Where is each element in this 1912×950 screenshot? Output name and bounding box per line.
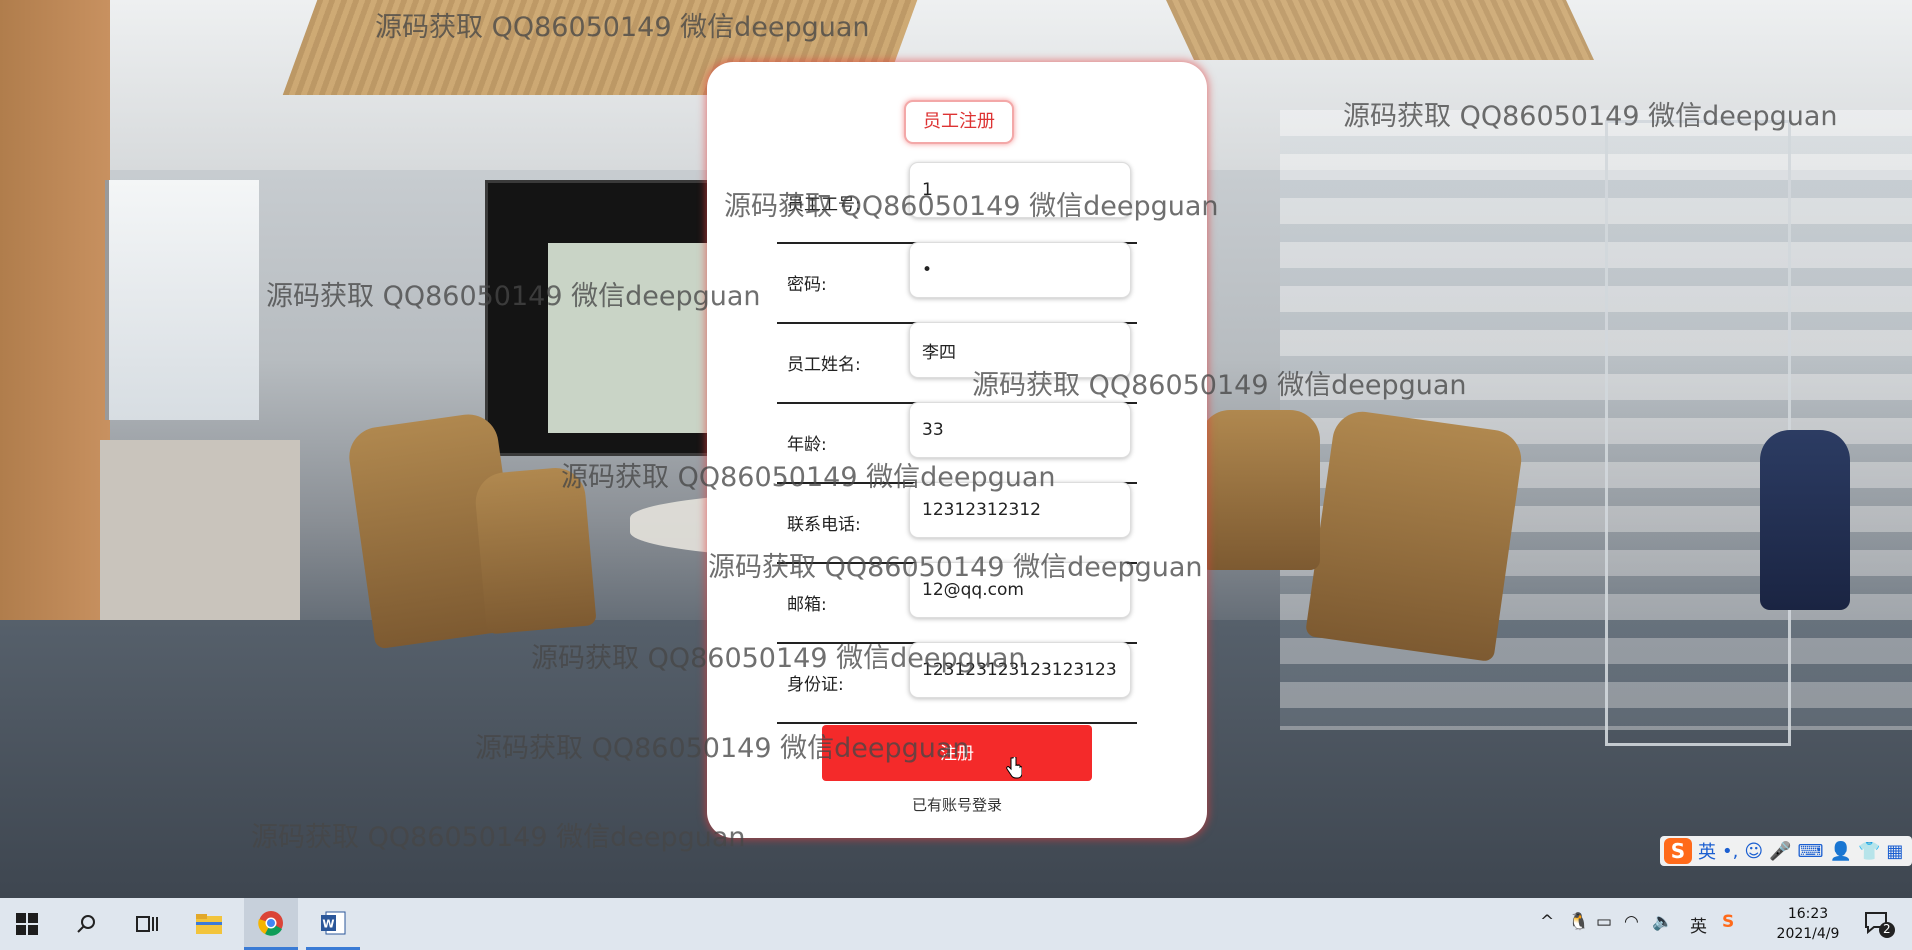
file-explorer-button[interactable] xyxy=(182,898,236,950)
field-label: 员工工号: xyxy=(787,195,861,215)
chair xyxy=(1200,410,1320,570)
field-row-email: 邮箱: xyxy=(777,562,1137,644)
glass-door xyxy=(1605,120,1791,746)
field-label: 员工姓名: xyxy=(787,355,861,375)
password-input[interactable] xyxy=(909,242,1131,298)
window xyxy=(105,180,259,420)
start-button[interactable] xyxy=(0,898,54,950)
field-label: 联系电话: xyxy=(787,515,861,535)
svg-text:W: W xyxy=(322,917,334,930)
notification-center-button[interactable]: 2 xyxy=(1862,908,1896,940)
skin-icon[interactable]: 👕 xyxy=(1858,841,1880,862)
wifi-icon[interactable]: ◠ xyxy=(1624,912,1639,932)
field-row-phone: 联系电话: xyxy=(777,482,1137,564)
ceiling-wood-panel xyxy=(1166,0,1594,60)
chair xyxy=(1760,430,1850,610)
field-row-name: 员工姓名: xyxy=(777,322,1137,404)
input-language[interactable]: 英 xyxy=(1690,912,1707,937)
register-card: 员工注册 员工工号: 密码: 员工姓名: 年龄: 联系电话: 邮箱: 身份证: … xyxy=(707,62,1207,838)
ime-toolbar[interactable]: S 英 •, ☺ 🎤 ⌨ 👤 👕 ▦ xyxy=(1660,836,1912,866)
id-card-input[interactable] xyxy=(909,642,1131,698)
user-icon[interactable]: 👤 xyxy=(1830,841,1852,862)
hand-cursor-icon xyxy=(1006,757,1022,779)
microphone-icon[interactable]: 🎤 xyxy=(1769,841,1791,862)
file-explorer-icon xyxy=(196,914,222,934)
field-label: 邮箱: xyxy=(787,595,827,615)
name-input[interactable] xyxy=(909,322,1131,378)
ime-mode[interactable]: 英 xyxy=(1698,838,1716,864)
employee-id-input[interactable] xyxy=(909,162,1131,218)
battery-icon[interactable]: ▭ xyxy=(1596,912,1612,932)
volume-icon[interactable]: 🔈 xyxy=(1652,912,1673,932)
word-button[interactable]: W xyxy=(306,898,360,950)
field-row-employee-id: 员工工号: xyxy=(777,162,1137,244)
task-view-icon xyxy=(136,916,158,932)
clock-time: 16:23 xyxy=(1787,906,1829,922)
login-link[interactable]: 已有账号登录 xyxy=(707,794,1207,815)
phone-input[interactable] xyxy=(909,482,1131,538)
word-icon: W xyxy=(321,911,346,934)
qq-icon[interactable]: 🐧 xyxy=(1568,912,1589,932)
notification-icon xyxy=(1865,912,1895,938)
keyboard-icon[interactable]: ⌨ xyxy=(1798,841,1824,862)
field-row-age: 年龄: xyxy=(777,402,1137,484)
register-button[interactable]: 注册 xyxy=(822,725,1092,781)
notification-count: 2 xyxy=(1883,922,1891,936)
field-label: 密码: xyxy=(787,275,827,295)
toolbox-icon[interactable]: ▦ xyxy=(1886,841,1903,862)
field-label: 身份证: xyxy=(787,675,844,695)
emoji-icon[interactable]: ☺ xyxy=(1744,841,1763,862)
clock[interactable]: 16:23 2021/4/9 xyxy=(1758,904,1858,944)
sogou-logo-icon[interactable]: S xyxy=(1664,838,1692,864)
sogou-tray-icon[interactable]: S xyxy=(1722,912,1734,932)
clock-date: 2021/4/9 xyxy=(1776,926,1840,942)
email-input[interactable] xyxy=(909,562,1131,618)
chevron-up-icon[interactable]: ^ xyxy=(1540,912,1554,932)
age-input[interactable] xyxy=(909,402,1131,458)
punctuation-icon[interactable]: •, xyxy=(1722,841,1738,862)
windows-logo-icon xyxy=(16,913,38,935)
search-icon xyxy=(77,915,95,933)
taskbar: W ^ 🐧 ▭ ◠ 🔈 英 S 16:23 2021/4/9 2 xyxy=(0,898,1912,950)
chrome-button[interactable] xyxy=(244,898,298,950)
chrome-icon xyxy=(258,910,283,936)
search-button[interactable] xyxy=(60,898,114,950)
task-view-button[interactable] xyxy=(120,898,174,950)
field-row-password: 密码: xyxy=(777,242,1137,324)
form-title: 员工注册 xyxy=(904,100,1014,144)
chair xyxy=(1304,407,1526,663)
projector-screen xyxy=(485,180,721,456)
field-row-id-card: 身份证: xyxy=(777,642,1137,724)
field-label: 年龄: xyxy=(787,435,827,455)
chair xyxy=(473,465,597,635)
